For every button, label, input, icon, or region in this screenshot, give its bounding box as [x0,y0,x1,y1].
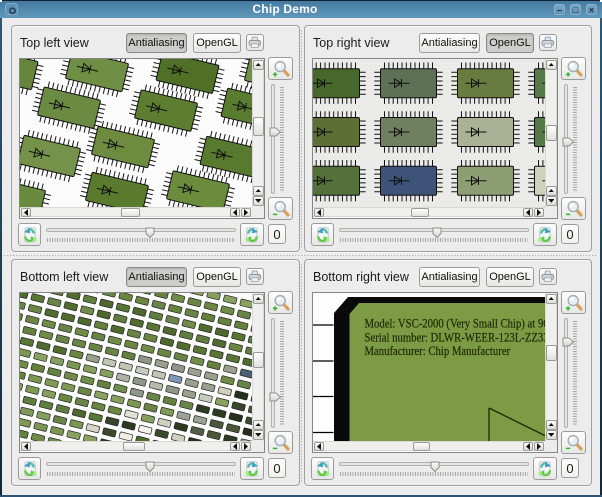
svg-text:Model: VSC-2000 (Very Small Ch: Model: VSC-2000 (Very Small Chip) at 96M… [365,317,546,331]
svg-text:Manufacturer: Chip Manufacture: Manufacturer: Chip Manufacturer [365,344,511,358]
svg-text:Serial number: DLWR-WEER-123L-: Serial number: DLWR-WEER-123L-ZZ33-SDSJ [365,331,546,345]
